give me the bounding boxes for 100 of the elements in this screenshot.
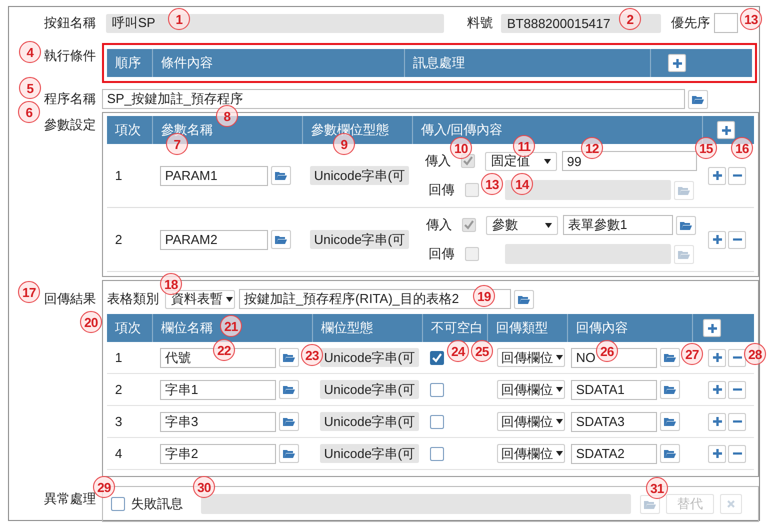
browse-button[interactable]: [660, 348, 680, 367]
priority-field[interactable]: [714, 13, 738, 33]
folder-icon: [283, 385, 295, 394]
annotation-marker: 4: [19, 41, 41, 63]
annotation-marker: 20: [80, 311, 102, 333]
column-header: 欄位型態: [312, 314, 422, 342]
field-label: 參數設定: [44, 116, 96, 134]
field-label: 優先序: [671, 14, 710, 32]
add-button[interactable]: [703, 319, 721, 337]
field-type-field: Unicode字串(可: [310, 230, 410, 249]
browse-button[interactable]: [514, 290, 534, 308]
field-label: 表格類別: [107, 290, 159, 308]
return-value-field[interactable]: SDATA2: [571, 444, 657, 464]
browse-button[interactable]: [688, 90, 708, 108]
column-header: 訊息處理: [404, 49, 650, 77]
field-name-field[interactable]: 字串2: [160, 444, 276, 464]
plus-icon: [672, 58, 682, 68]
browse-button[interactable]: [279, 412, 299, 431]
browse-button[interactable]: [660, 380, 680, 399]
row-number: 2: [114, 232, 124, 247]
field-label: 執行條件: [44, 47, 96, 65]
column-header: 順序: [114, 54, 142, 72]
add-button[interactable]: [708, 444, 726, 462]
value-field[interactable]: 表單參數1: [563, 215, 673, 235]
annotation-marker: 23: [301, 344, 323, 366]
field-type-field: Unicode字串(可: [320, 444, 420, 463]
add-button[interactable]: [668, 54, 686, 72]
caret-icon: [226, 296, 233, 302]
remove-button[interactable]: [728, 166, 746, 184]
browse-button[interactable]: [279, 380, 299, 399]
mode-dropdown[interactable]: 參數: [486, 216, 558, 234]
add-button[interactable]: [708, 166, 726, 184]
add-button[interactable]: [708, 380, 726, 398]
remove-button[interactable]: [728, 348, 746, 366]
field-label: 料號: [467, 14, 493, 32]
checkbox[interactable]: [111, 497, 125, 511]
caret-icon: [556, 355, 563, 360]
remove-button[interactable]: [728, 230, 746, 248]
annotation-marker: 6: [18, 101, 40, 123]
return-type-dropdown[interactable]: 回傳欄位: [497, 412, 565, 431]
browse-button[interactable]: [271, 230, 291, 249]
caret-icon: [544, 158, 551, 164]
return-value-field[interactable]: SDATA1: [571, 380, 657, 400]
browse-button[interactable]: [660, 412, 680, 431]
browse-button[interactable]: [660, 444, 680, 463]
field-name-field[interactable]: 字串1: [160, 380, 276, 400]
annotation-marker: 28: [744, 343, 766, 365]
field-label: 按鈕名稱: [44, 14, 96, 32]
field-label: 回傳結果: [44, 290, 96, 308]
field-label: 回傳: [428, 181, 456, 199]
browse-button[interactable]: [279, 348, 299, 367]
return-type-dropdown[interactable]: 回傳欄位: [497, 380, 565, 399]
field-label: 程序名稱: [44, 90, 96, 108]
folder-icon: [664, 449, 676, 458]
browse-button[interactable]: [279, 444, 299, 463]
field-type-field: Unicode字串(可: [320, 380, 420, 399]
field-type-field: Unicode字串(可: [310, 166, 410, 185]
field-type-field: Unicode字串(可: [320, 348, 420, 367]
checkbox[interactable]: [430, 350, 444, 364]
browse-button[interactable]: [271, 166, 291, 185]
caret-icon: [556, 419, 563, 424]
annotation-marker: 17: [18, 281, 40, 303]
folder-icon: [275, 235, 287, 244]
row-number: 1: [114, 350, 124, 365]
parameter-name-field[interactable]: PARAM1: [160, 166, 268, 186]
field-label: 異常處理: [44, 490, 96, 508]
add-button[interactable]: [708, 412, 726, 430]
checkbox[interactable]: [430, 414, 444, 428]
annotation-marker: 14: [511, 173, 533, 195]
annotation-marker: 27: [681, 343, 703, 365]
annotation-marker: 2: [619, 8, 641, 30]
add-button[interactable]: [708, 230, 726, 248]
browse-button[interactable]: [676, 216, 696, 234]
caret-icon: [556, 451, 563, 456]
browse-button[interactable]: [640, 494, 660, 514]
remove-button[interactable]: [728, 380, 746, 398]
field-label: 失敗訊息: [131, 495, 183, 513]
folder-icon: [283, 449, 295, 458]
field-name-field[interactable]: 字串3: [160, 412, 276, 432]
add-button[interactable]: [717, 121, 735, 139]
row-number: 1: [114, 168, 124, 183]
remove-button[interactable]: [728, 444, 746, 462]
annotation-marker: 13: [481, 173, 503, 195]
return-type-dropdown[interactable]: 回傳欄位: [497, 444, 565, 463]
checkbox[interactable]: [430, 382, 444, 396]
return-type-dropdown[interactable]: 回傳欄位: [497, 348, 565, 367]
add-button[interactable]: [708, 348, 726, 366]
plus-icon: [712, 235, 722, 244]
parameter-name-field[interactable]: PARAM2: [160, 230, 268, 250]
remove-button[interactable]: [728, 412, 746, 430]
table-type-dropdown[interactable]: 資料表暫: [165, 290, 235, 308]
caret-icon: [556, 387, 563, 392]
column-header: 項次: [114, 121, 142, 139]
column-header: 回傳類型: [487, 314, 567, 342]
checkbox[interactable]: [430, 446, 444, 460]
return-value-field[interactable]: SDATA3: [571, 412, 657, 432]
plus-icon: [708, 324, 716, 332]
folder-icon: [680, 220, 692, 230]
folder-icon: [692, 94, 704, 104]
procedure-name-field[interactable]: SP_按鍵加註_預存程序: [102, 89, 685, 109]
